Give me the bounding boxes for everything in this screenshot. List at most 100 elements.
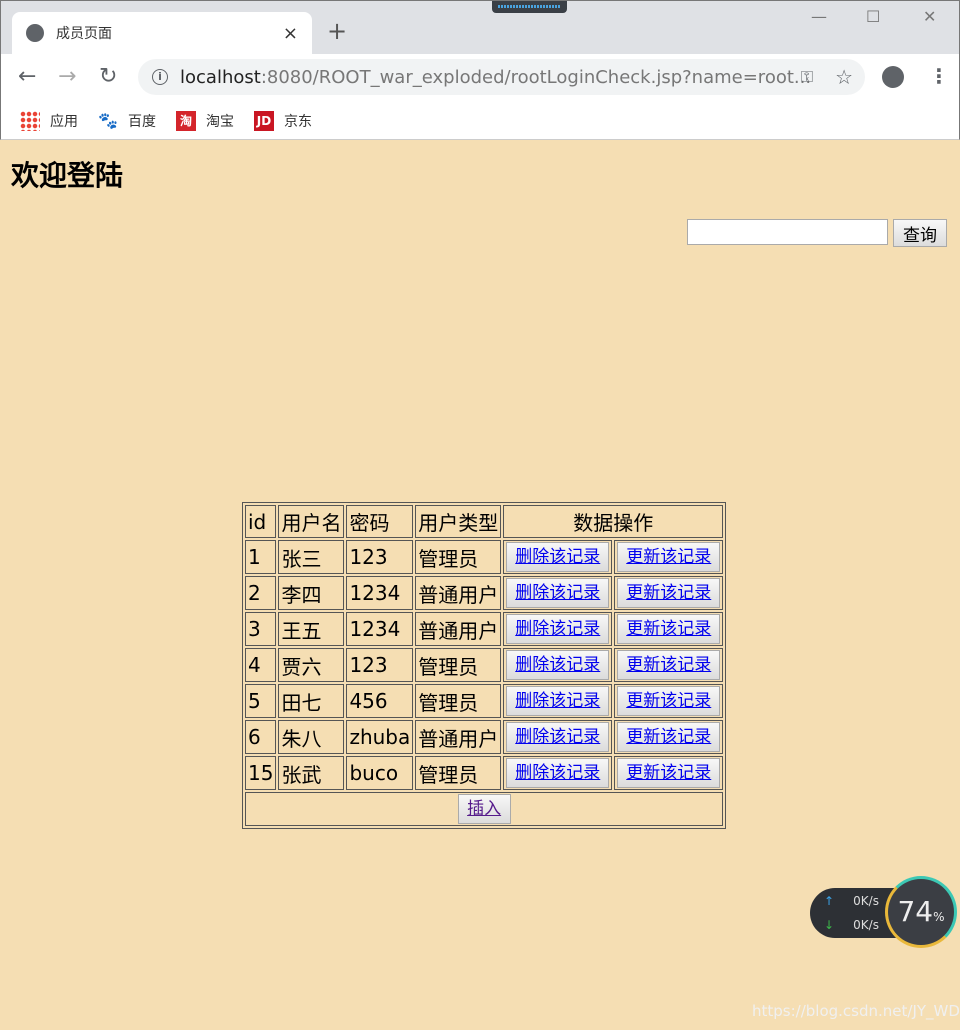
action-cell: 更新该记录 [614,756,724,790]
watermark: https://blog.csdn.net/JY_WD [752,1002,960,1020]
taobao-icon: 淘 [176,110,196,131]
update-record-button[interactable]: 更新该记录 [617,686,721,716]
delete-record-button[interactable]: 删除该记录 [506,542,610,572]
query-button[interactable]: 查询 [893,219,947,247]
header-id: id [245,505,277,538]
delete-record-button[interactable]: 删除该记录 [506,686,610,716]
cell-username: 李四 [278,576,345,610]
insert-button[interactable]: 插入 [457,794,511,824]
cell-id: 1 [245,540,277,574]
tab-title: 成员页面 [56,26,112,42]
table-row: 6 朱八 zhuba 普通用户 删除该记录 更新该记录 [245,720,724,754]
action-cell: 删除该记录 [503,684,613,718]
profile-icon[interactable] [882,66,904,88]
cell-id: 6 [245,720,277,754]
action-cell: 更新该记录 [614,540,724,574]
toolbar: ← → ↻ i localhost:8080/ROOT_war_exploded… [1,54,959,102]
action-cell: 删除该记录 [503,612,613,646]
delete-record-button[interactable]: 删除该记录 [506,614,610,644]
apps-icon [20,110,40,131]
cell-username: 王五 [278,612,345,646]
table-row: 1 张三 123 管理员 删除该记录 更新该记录 [245,540,724,574]
tab-close-icon[interactable]: × [283,23,298,44]
header-password: 密码 [346,505,414,538]
cell-usertype: 管理员 [415,648,502,682]
bookmarks-bar: 应用 🐾 百度 淘淘宝 JD 京东 [1,102,959,139]
bookmark-taobao[interactable]: 淘淘宝 [176,110,234,131]
delete-record-button[interactable]: 删除该记录 [506,758,610,788]
user-table: id 用户名 密码 用户类型 数据操作 1 张三 123 管理员 删除该记录 更新该记录 2… [242,502,727,829]
cell-usertype: 管理员 [415,756,502,790]
cell-username: 田七 [278,684,345,718]
cell-username: 朱八 [278,720,345,754]
table-row: 5 田七 456 管理员 删除该记录 更新该记录 [245,684,724,718]
delete-record-button[interactable]: 删除该记录 [506,578,610,608]
cell-username: 张三 [278,540,345,574]
cell-id: 4 [245,648,277,682]
maximize-button[interactable]: ☐ [866,7,880,26]
back-button[interactable]: ← [18,64,36,89]
globe-icon [26,24,44,42]
tab-active[interactable]: 成员页面 × [12,12,312,54]
action-cell: 更新该记录 [614,576,724,610]
cell-username: 张武 [278,756,345,790]
jd-icon: JD [254,110,274,131]
delete-record-button[interactable]: 删除该记录 [506,722,610,752]
insert-row: 插入 [245,792,724,826]
bookmark-baidu[interactable]: 🐾 百度 [98,111,156,131]
address-bar[interactable]: i localhost:8080/ROOT_war_exploded/rootL… [138,59,865,95]
browser-chrome: 成员页面 × + — ☐ ✕ ← → ↻ i localhost:8080/RO… [0,0,960,140]
table-header: id 用户名 密码 用户类型 数据操作 [245,505,724,538]
action-cell: 删除该记录 [503,648,613,682]
header-username: 用户名 [278,505,345,538]
cell-id: 5 [245,684,277,718]
baidu-icon: 🐾 [98,110,118,130]
header-operations: 数据操作 [503,505,724,538]
os-indicator [492,1,567,13]
cell-password: 1234 [346,576,414,610]
action-cell: 删除该记录 [503,756,613,790]
update-record-button[interactable]: 更新该记录 [617,542,721,572]
update-record-button[interactable]: 更新该记录 [617,578,721,608]
cell-usertype: 管理员 [415,540,502,574]
memory-gauge[interactable]: 74% [885,876,957,948]
close-window-button[interactable]: ✕ [923,7,936,26]
action-cell: 删除该记录 [503,540,613,574]
table-row: 4 贾六 123 管理员 删除该记录 更新该记录 [245,648,724,682]
cell-password: 123 [346,648,414,682]
update-record-button[interactable]: 更新该记录 [617,614,721,644]
download-speed: ↓ 0K/s [824,918,879,932]
cell-password: 123 [346,540,414,574]
info-icon[interactable]: i [152,69,168,85]
bookmark-apps[interactable]: 应用 [20,110,78,131]
reload-button[interactable]: ↻ [99,64,117,89]
new-tab-button[interactable]: + [327,17,347,45]
cell-id: 15 [245,756,277,790]
update-record-button[interactable]: 更新该记录 [617,758,721,788]
cell-password: zhuba [346,720,414,754]
cell-password: buco [346,756,414,790]
table-row: 3 王五 1234 普通用户 删除该记录 更新该记录 [245,612,724,646]
table-row: 2 李四 1234 普通用户 删除该记录 更新该记录 [245,576,724,610]
action-cell: 更新该记录 [614,684,724,718]
cell-id: 2 [245,576,277,610]
cell-password: 1234 [346,612,414,646]
url-text[interactable]: localhost:8080/ROOT_war_exploded/rootLog… [180,67,811,88]
tab-strip: 成员页面 × + — ☐ ✕ [1,1,959,54]
action-cell: 更新该记录 [614,612,724,646]
update-record-button[interactable]: 更新该记录 [617,722,721,752]
upload-speed: ↑ 0K/s [824,894,879,908]
menu-icon[interactable]: ⋮ [929,64,949,88]
forward-button[interactable]: → [58,64,76,89]
delete-record-button[interactable]: 删除该记录 [506,650,610,680]
action-cell: 删除该记录 [503,720,613,754]
cell-username: 贾六 [278,648,345,682]
cell-id: 3 [245,612,277,646]
key-icon[interactable]: ⚿ [801,67,813,87]
update-record-button[interactable]: 更新该记录 [617,650,721,680]
search-input[interactable] [687,219,888,245]
header-usertype: 用户类型 [415,505,502,538]
bookmark-jd[interactable]: JD 京东 [254,110,312,131]
minimize-button[interactable]: — [811,7,827,26]
star-icon[interactable]: ☆ [835,65,853,89]
